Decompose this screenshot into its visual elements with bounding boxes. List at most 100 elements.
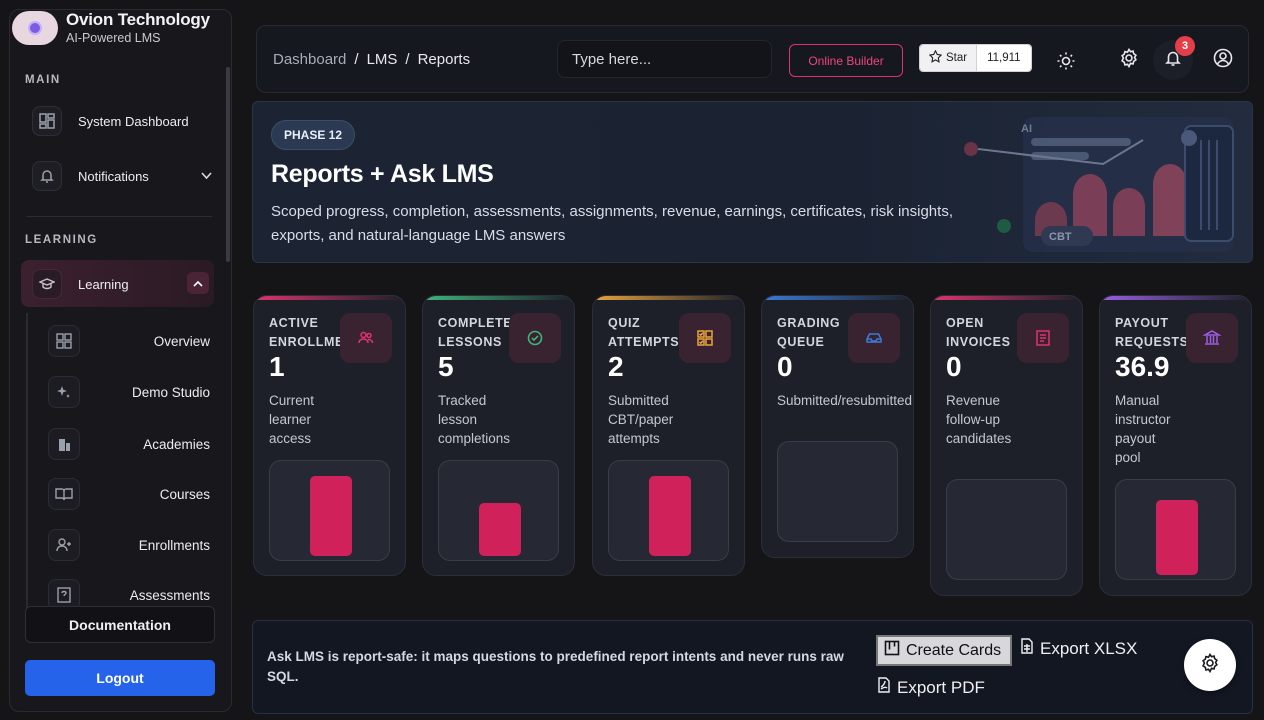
sidebar-item-label: Demo Studio (131, 384, 210, 400)
sidebar-item-label: Enrollments (138, 537, 210, 553)
sparkles-icon (48, 376, 80, 408)
stat-card-grading-queue[interactable]: GRADING QUEUE 0 Submitted/resubmitted as… (761, 295, 914, 558)
create-cards-button[interactable]: Create Cards (876, 635, 1012, 666)
card-value: 1 (269, 351, 285, 382)
sidebar-item-courses[interactable]: Courses (48, 477, 210, 511)
card-label: ACTIVE ENROLLMENTS (269, 316, 341, 349)
submenu-rail (26, 313, 28, 608)
brand[interactable]: Ovion Technology AI-Powered LMS (12, 10, 210, 45)
documentation-button[interactable]: Documentation (25, 606, 215, 643)
settings-fab[interactable] (1184, 639, 1236, 691)
sidebar-item-enrollments[interactable]: Enrollments (48, 528, 210, 562)
card-sparkline (1115, 479, 1236, 580)
export-xlsx-button[interactable]: Export XLSX (1020, 638, 1137, 659)
sidebar-item-system-dashboard[interactable]: System Dashboard (32, 99, 222, 143)
card-label: OPEN INVOICES (946, 316, 1011, 349)
sidebar-item-label: Academies (143, 436, 210, 452)
sidebar-item-demo-studio[interactable]: Demo Studio (48, 375, 210, 409)
breadcrumb-item-lms[interactable]: LMS (367, 51, 398, 68)
deco-label-cbt: CBT (1049, 231, 1072, 243)
logout-button[interactable]: Logout (25, 660, 215, 696)
star-button[interactable]: Star (920, 45, 978, 71)
card-label: PAYOUT REQUESTS (1115, 316, 1187, 349)
card-description: Current learner access (269, 393, 315, 446)
sun-icon[interactable] (1055, 50, 1077, 72)
card-sparkline (777, 441, 898, 542)
book-open-icon (48, 478, 80, 510)
user-circle-icon[interactable] (1212, 47, 1234, 69)
card-label: QUIZ ATTEMPTS (608, 316, 680, 349)
sidebar-item-label: Assessments (129, 587, 210, 603)
check-circle-icon (509, 313, 561, 363)
export-xlsx-label: Export XLSX (1040, 638, 1138, 658)
hero-banner: PHASE 12 Reports + Ask LMS Scoped progre… (252, 101, 1253, 263)
card-sparkline (269, 460, 390, 561)
bell-icon (32, 161, 62, 191)
stat-card-open-invoices[interactable]: OPEN INVOICES 0 Revenue follow-up candid… (930, 295, 1083, 596)
export-pdf-button[interactable]: Export PDF (877, 677, 985, 698)
card-label: GRADING QUEUE (777, 316, 841, 349)
sidebar-item-label: System Dashboard (78, 113, 189, 129)
export-pdf-label: Export PDF (897, 677, 985, 697)
stat-card-payout-requests[interactable]: PAYOUT REQUESTS 36.9 Manual instructor p… (1099, 295, 1252, 596)
card-description: Manual instructor payout pool (1115, 393, 1171, 465)
card-sparkline (946, 479, 1067, 580)
deco-label-ai: AI (1021, 123, 1032, 135)
search-input[interactable]: Type here... (557, 40, 772, 78)
card-value: 0 (946, 351, 962, 382)
card-accent-bar (254, 296, 405, 300)
kanban-icon (884, 640, 900, 661)
chevron-down-icon[interactable] (201, 169, 212, 183)
dashboard-icon (32, 106, 62, 136)
sidebar-item-notifications[interactable]: Notifications (32, 154, 222, 198)
breadcrumb-separator: / (405, 51, 410, 68)
sidebar-item-label: Learning (78, 276, 129, 292)
card-description: Revenue follow-up candidates (946, 393, 1012, 446)
sidebar-scrollbar[interactable] (226, 67, 230, 262)
card-description: Submitted/resubmitted assignments (777, 393, 913, 408)
spreadsheet-icon (1020, 638, 1034, 659)
star-icon (928, 49, 943, 66)
breadcrumb-separator: / (354, 51, 359, 68)
star-count[interactable]: 11,911 (977, 45, 1031, 71)
gear-icon (1200, 652, 1220, 678)
card-value: 2 (608, 351, 624, 382)
phase-badge: PHASE 12 (271, 120, 355, 150)
gear-icon[interactable] (1118, 47, 1140, 69)
breadcrumb-item-dashboard[interactable]: Dashboard (273, 51, 346, 68)
ask-lms-bar: Ask LMS is report-safe: it maps question… (252, 620, 1253, 714)
pdf-file-icon (877, 677, 891, 698)
github-star-widget[interactable]: Star 11,911 (919, 44, 1032, 72)
spark-bar (310, 476, 352, 556)
card-sparkline (438, 460, 559, 561)
card-accent-bar (762, 296, 913, 300)
users-icon (340, 313, 392, 363)
inbox-icon (848, 313, 900, 363)
online-builder-button[interactable]: Online Builder (789, 44, 903, 77)
card-sparkline (608, 460, 729, 561)
card-value: 36.9 (1115, 351, 1170, 382)
page-title: Reports + Ask LMS (271, 160, 494, 188)
chevron-up-icon[interactable] (187, 272, 209, 294)
sidebar-item-academies[interactable]: Academies (48, 427, 210, 461)
brand-subtitle: AI-Powered LMS (66, 31, 161, 45)
section-label-learning: LEARNING (25, 234, 98, 246)
breadcrumb: Dashboard / LMS / Reports (273, 51, 470, 68)
sidebar-item-label: Overview (153, 333, 210, 349)
sidebar: Ovion Technology AI-Powered LMS MAIN Sys… (9, 9, 232, 712)
stat-card-quiz-attempts[interactable]: QUIZ ATTEMPTS 2 Submitted CBT/paper atte… (592, 295, 745, 576)
stat-card-completed-lessons[interactable]: COMPLETED LESSONS 5 Tracked lesson compl… (422, 295, 575, 576)
spark-bar (479, 503, 521, 556)
notification-badge: 3 (1175, 36, 1195, 56)
checklist-icon (679, 313, 731, 363)
card-description: Tracked lesson completions (438, 393, 511, 446)
spark-bar (649, 476, 691, 556)
sidebar-item-learning[interactable]: Learning (21, 260, 214, 307)
card-accent-bar (931, 296, 1082, 300)
card-accent-bar (1100, 296, 1251, 300)
stat-card-active-enrollments[interactable]: ACTIVE ENROLLMENTS 1 Current learner acc… (253, 295, 406, 576)
notifications-button[interactable]: 3 (1153, 36, 1195, 80)
sidebar-item-overview[interactable]: Overview (48, 324, 210, 358)
receipt-icon (1017, 313, 1069, 363)
card-label: COMPLETED LESSONS (438, 316, 510, 349)
